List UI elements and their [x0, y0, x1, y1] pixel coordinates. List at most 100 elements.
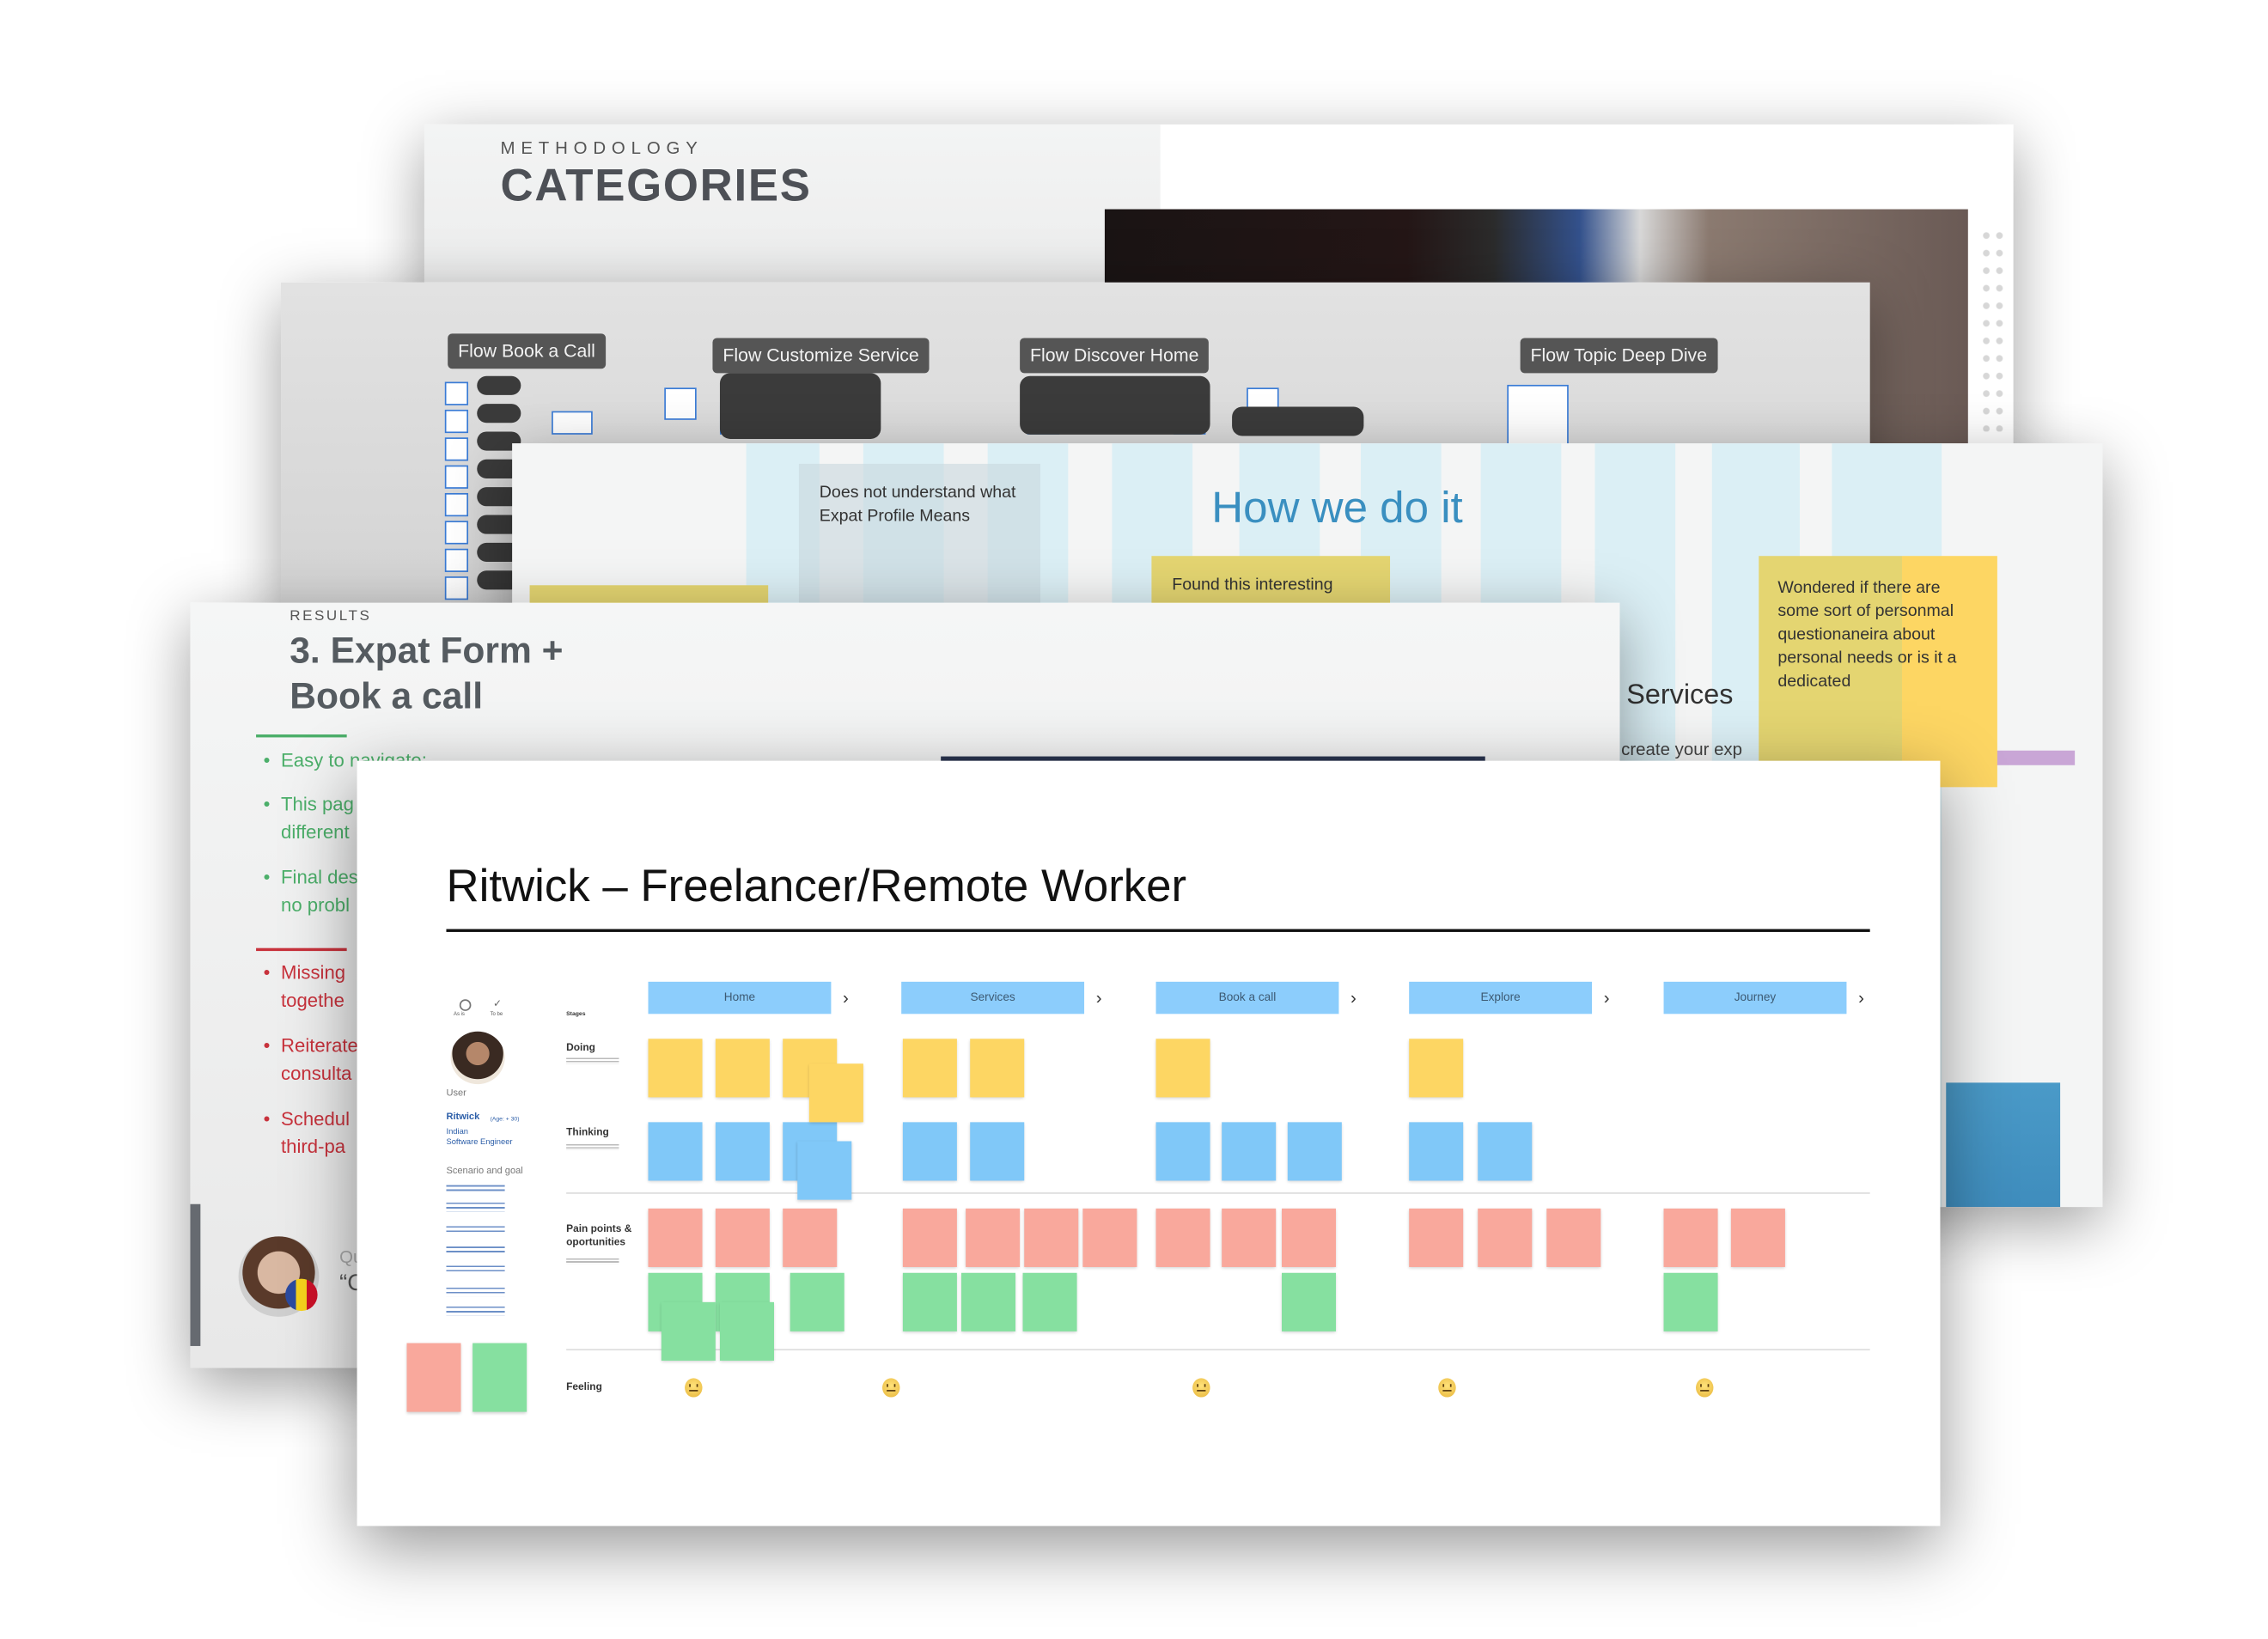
thinking-sticky [902, 1122, 957, 1181]
opportunity-sticky [1282, 1272, 1337, 1331]
grinning-face-icon [882, 1378, 900, 1398]
finding-text: no probl [281, 893, 351, 917]
thinking-sticky [1478, 1122, 1533, 1181]
as-is-icon [459, 999, 472, 1011]
chevron-right-icon: › [1858, 987, 1864, 1008]
opportunity-sticky [661, 1301, 716, 1361]
thinking-sticky [1409, 1122, 1464, 1181]
blue-block [1946, 1082, 2061, 1208]
bullet-icon: • [263, 1034, 271, 1057]
screen-thumbnail [1507, 384, 1569, 447]
screen-thumbnail [444, 437, 469, 461]
sticky-wondered: Wondered if there are some sort of perso… [1759, 556, 1997, 788]
pain-sticky [1730, 1208, 1785, 1267]
opportunity-sticky [790, 1272, 844, 1331]
label-line: Pain points & [566, 1224, 632, 1235]
finding-text: consulta [281, 1062, 352, 1085]
pain-sticky [902, 1208, 957, 1267]
row-label-doing: Doing [566, 1043, 595, 1054]
research-note: Does not understand what Expat Profile M… [798, 463, 1040, 611]
slide-eyebrow: METHODOLOGY [500, 137, 704, 158]
stage-header-journey: Journey [1663, 981, 1847, 1014]
pain-sticky [1409, 1208, 1464, 1267]
thinking-face-icon [1696, 1378, 1714, 1398]
scenario-line [446, 1265, 505, 1275]
screen-thumbnail [444, 548, 469, 572]
scenario-line [446, 1246, 505, 1256]
pain-sticky [966, 1208, 1021, 1267]
screen-thumbnail [444, 521, 469, 545]
finding-text: togethe [281, 989, 344, 1011]
slide-title: CATEGORIES [500, 159, 812, 211]
pain-sticky [648, 1208, 703, 1267]
flag-icon [285, 1278, 318, 1312]
doing-sticky [648, 1039, 703, 1098]
persona-name: Ritwick [446, 1112, 480, 1123]
label-line: oportunities [566, 1237, 626, 1248]
screen-thumbnail [444, 465, 469, 489]
opportunity-sticky [902, 1272, 957, 1331]
slide-journey-map: Ritwick – Freelancer/Remote Worker As is… [357, 760, 1941, 1526]
row-sublabel [566, 1143, 619, 1150]
row-label-pain-points: Pain points & oportunities [566, 1223, 631, 1250]
partial-heading: r Services [1609, 679, 1734, 711]
slide-title: How we do it [1211, 484, 1463, 533]
opportunity-sticky [961, 1272, 1016, 1331]
screen-thumbnail [444, 381, 469, 405]
connector-cluster [719, 373, 881, 439]
title-line: 3. Expat Form + [290, 631, 564, 672]
doing-sticky [1155, 1039, 1210, 1098]
finding-text: Schedul [281, 1107, 351, 1130]
section-user: User [446, 1088, 466, 1100]
positive-divider [256, 734, 347, 738]
title-rule [446, 929, 1870, 932]
screen-thumbnail [444, 409, 469, 434]
opportunity-sticky [1663, 1272, 1718, 1331]
screen-thumbnail [664, 387, 697, 420]
thinking-sticky [715, 1122, 770, 1181]
pain-sticky [1155, 1208, 1210, 1267]
chevron-right-icon: › [1603, 987, 1610, 1008]
opportunity-summary-sticky [472, 1343, 527, 1412]
screen-thumbnail [552, 411, 593, 435]
finding-text: Reiterate [281, 1034, 358, 1057]
flow-label-discover-home: Flow Discover Home [1020, 338, 1210, 374]
negative-divider [256, 947, 347, 952]
persona-role: Software Engineer [446, 1138, 513, 1148]
connector-cluster [1232, 406, 1364, 436]
pain-sticky [1546, 1208, 1601, 1267]
opportunity-sticky [1022, 1272, 1077, 1331]
neutral-face-icon [1438, 1378, 1456, 1398]
stage-header-explore: Explore [1409, 981, 1593, 1014]
as-is-label: As is [453, 1010, 465, 1017]
scenario-line [446, 1306, 505, 1316]
bullet-icon: • [263, 793, 271, 815]
persona-avatar [450, 1031, 505, 1085]
bullet-icon: • [263, 866, 271, 888]
scenario-line [446, 1287, 505, 1297]
thinking-sticky [1287, 1122, 1342, 1181]
scenario-line [446, 1203, 505, 1212]
thinking-sticky [1155, 1122, 1210, 1181]
neutral-face-icon [685, 1378, 703, 1398]
connector-cluster [477, 375, 521, 395]
to-be-icon: ✓ [492, 999, 502, 1010]
pain-sticky [783, 1208, 838, 1267]
finding-text: different [281, 820, 350, 844]
screen-thumbnail [444, 576, 469, 600]
persona-age: (Age: + 30) [490, 1114, 520, 1123]
connector-cluster [1020, 375, 1210, 435]
screen-thumbnail [444, 492, 469, 517]
row-divider [566, 1192, 1870, 1194]
row-label-stages: Stages [566, 1009, 586, 1017]
bullet-icon: • [263, 749, 271, 771]
thinking-sticky [970, 1122, 1025, 1181]
finding-text: third-pa [281, 1135, 346, 1158]
slide-title: Ritwick – Freelancer/Remote Worker [446, 860, 1187, 912]
stage-header-book-a-call: Book a call [1155, 981, 1339, 1014]
doing-sticky [808, 1063, 863, 1123]
pain-sticky [1282, 1208, 1337, 1267]
doing-sticky [715, 1039, 770, 1098]
partial-text: create your exp [1621, 739, 1743, 759]
opportunity-sticky [719, 1301, 774, 1361]
